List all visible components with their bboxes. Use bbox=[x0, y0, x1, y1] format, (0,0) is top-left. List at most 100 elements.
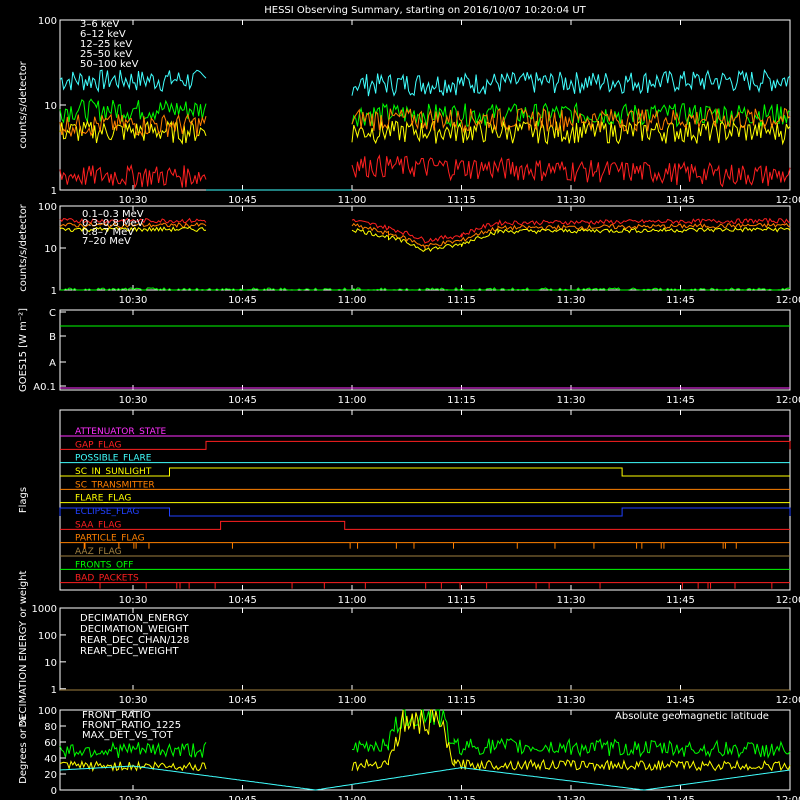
y-axis-label: Degrees or % bbox=[18, 716, 29, 784]
panel-3: 10:30 10:45 11:00 11:15 11:30 11:45 12:00 Flags… bbox=[18, 409, 800, 606]
flag-trace bbox=[60, 440, 791, 450]
legend-entry: 7–20 MeV bbox=[82, 236, 131, 247]
x-tick-label: 10:45 bbox=[228, 195, 257, 206]
legend-entry: DECIMATION_ENERGY bbox=[80, 613, 189, 624]
series-line bbox=[59, 163, 207, 190]
legend-entry: REAR_DEC_CHAN/128 bbox=[80, 635, 189, 646]
flag-trace bbox=[59, 507, 791, 517]
x-tick-label: 11:00 bbox=[338, 595, 367, 606]
panel-4: 10:30 10:45 11:00 11:15 11:30 11:45 12:00 DECIM… bbox=[18, 570, 800, 727]
y-tick-label: 1 bbox=[51, 685, 57, 696]
y-tick-label: 100 bbox=[38, 202, 57, 213]
x-tick-label: 11:00 bbox=[338, 695, 367, 706]
x-tick-label: 11:45 bbox=[666, 595, 695, 606]
x-tick-label: 10:45 bbox=[228, 295, 257, 306]
x-tick-label: 11:15 bbox=[447, 595, 476, 606]
x-tick-label: 11:15 bbox=[447, 395, 476, 406]
x-tick-label: 10:45 bbox=[228, 795, 257, 800]
chart-title: HESSI Observing Summary, starting on 201… bbox=[264, 5, 586, 16]
panel-1: 10:30 10:45 11:00 11:15 11:30 11:45 12:00 count… bbox=[18, 202, 800, 306]
y-axis-label: DECIMATION ENERGY or weight bbox=[18, 570, 29, 727]
x-tick-label: 11:30 bbox=[557, 295, 586, 306]
annotation: Absolute geomagnetic latitude bbox=[615, 711, 769, 722]
y-tick-label: 1 bbox=[51, 286, 57, 297]
x-tick-label: 11:45 bbox=[666, 395, 695, 406]
x-tick-label: 11:45 bbox=[666, 195, 695, 206]
y-tick-label: 10 bbox=[44, 101, 57, 112]
legend-entry: MAX_DET_VS_TOT bbox=[82, 730, 174, 741]
y-tick-label: 100 bbox=[38, 16, 57, 27]
series-line bbox=[351, 222, 791, 250]
x-tick-label: 11:00 bbox=[338, 295, 367, 306]
x-tick-label: 12:00 bbox=[776, 395, 800, 406]
x-tick-label: 11:30 bbox=[557, 795, 586, 800]
hessi-observing-summary-plot: HESSI Observing Summary, starting on 201… bbox=[18, 5, 800, 800]
flag-trace bbox=[60, 467, 790, 477]
y-tick-label: 80 bbox=[44, 722, 57, 733]
x-tick-label: 10:45 bbox=[228, 595, 257, 606]
series-line bbox=[351, 217, 791, 244]
hessi-summary: HESSI Observing Summary, starting on 201… bbox=[0, 0, 800, 800]
legend-entry: REAR_DEC_WEIGHT bbox=[80, 646, 179, 657]
y-tick-label: 40 bbox=[44, 754, 57, 765]
x-tick-label: 11:00 bbox=[338, 395, 367, 406]
panel-frame bbox=[59, 309, 791, 391]
x-tick-label: 10:30 bbox=[119, 795, 148, 800]
x-tick-label: 11:15 bbox=[447, 795, 476, 800]
y-tick-label: 20 bbox=[44, 770, 57, 781]
x-tick-label: 10:30 bbox=[119, 295, 148, 306]
y-tick-label: 0 bbox=[51, 786, 57, 797]
legend-entry: 50–100 keV bbox=[80, 59, 139, 70]
series-line bbox=[59, 113, 207, 138]
flag-trace bbox=[60, 520, 790, 530]
y-tick-label: 60 bbox=[44, 738, 57, 749]
panel-0: 10:30 10:45 11:00 11:15 11:30 11:45 12:00 count… bbox=[18, 16, 800, 206]
x-tick-label: 12:00 bbox=[776, 795, 800, 800]
panel-frame bbox=[59, 19, 791, 191]
panel-5: 10:30 10:45 11:00 11:15 11:30 11:45 12:00 Degre… bbox=[18, 706, 800, 800]
series-line bbox=[59, 69, 207, 93]
x-tick-label: 12:00 bbox=[776, 295, 800, 306]
series-line bbox=[59, 98, 207, 124]
x-tick-label: 11:00 bbox=[338, 195, 367, 206]
y-tick-label: 1000 bbox=[32, 604, 57, 615]
x-tick-label: 11:45 bbox=[666, 695, 695, 706]
y-tick-label: A0.1 bbox=[33, 382, 56, 393]
x-tick-label: 11:30 bbox=[557, 695, 586, 706]
x-tick-label: 10:45 bbox=[228, 395, 257, 406]
y-axis-label: GOES15 [W m⁻²] bbox=[18, 308, 29, 392]
y-tick-label: 100 bbox=[38, 706, 57, 717]
x-tick-label: 11:15 bbox=[447, 695, 476, 706]
y-tick-label: A bbox=[49, 358, 56, 369]
x-tick-label: 11:45 bbox=[666, 795, 695, 800]
y-tick-label: 100 bbox=[38, 631, 57, 642]
x-tick-label: 10:45 bbox=[228, 695, 257, 706]
series-line bbox=[351, 68, 791, 97]
y-tick-label: 10 bbox=[44, 658, 57, 669]
panel-frame bbox=[59, 409, 791, 591]
x-tick-label: 12:00 bbox=[776, 195, 800, 206]
x-tick-label: 11:30 bbox=[557, 595, 586, 606]
panel-2: 10:30 10:45 11:00 11:15 11:30 11:45 12:00 GOES1… bbox=[18, 308, 800, 406]
x-tick-label: 12:00 bbox=[776, 695, 800, 706]
y-tick-label: C bbox=[49, 308, 56, 319]
series-line bbox=[351, 226, 791, 253]
legend-entry: DECIMATION_WEIGHT bbox=[80, 624, 189, 635]
series-line bbox=[351, 154, 791, 188]
y-tick-label: 10 bbox=[44, 244, 57, 255]
x-tick-label: 12:00 bbox=[776, 595, 800, 606]
x-tick-label: 11:45 bbox=[666, 295, 695, 306]
y-axis-label: counts/s/detector bbox=[18, 60, 29, 148]
x-tick-label: 11:15 bbox=[447, 195, 476, 206]
y-tick-label: B bbox=[49, 332, 56, 343]
y-axis-label: counts/s/detector bbox=[18, 203, 29, 291]
y-axis-label: Flags bbox=[18, 487, 29, 513]
x-tick-label: 10:30 bbox=[119, 195, 148, 206]
x-tick-label: 10:30 bbox=[119, 395, 148, 406]
series-line bbox=[59, 741, 207, 759]
x-tick-label: 11:15 bbox=[447, 295, 476, 306]
x-tick-label: 11:00 bbox=[338, 795, 367, 800]
x-tick-label: 10:30 bbox=[119, 695, 148, 706]
x-tick-label: 11:30 bbox=[557, 395, 586, 406]
x-tick-label: 11:30 bbox=[557, 195, 586, 206]
